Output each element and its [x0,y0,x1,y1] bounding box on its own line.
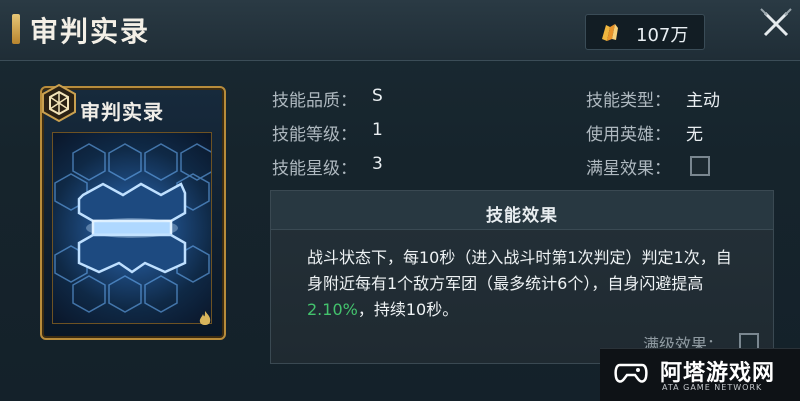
effect-title: 技能效果 [486,206,558,226]
gamepad-logo-icon [614,363,648,383]
flame-rank-icon [199,311,211,325]
card-title: 审判实录 [80,100,164,124]
effect-highlight-value: 2.10% [307,300,358,319]
skill-artwork [52,132,214,324]
quality-label: 技能品质： [272,91,357,111]
effect-text-part1: 战斗状态下，每10秒（进入战斗时第1次判定）判定1次，自身附近每有1个敌方军团（… [307,248,732,293]
level-label: 技能等级： [272,125,357,145]
star-value: 3 [372,154,383,174]
close-button[interactable] [752,0,800,48]
title-accent-bar [12,14,20,44]
effect-text-part2: ，持续10秒。 [357,300,459,319]
currency-amount: 107万 [636,25,689,46]
type-value: 主动 [686,91,720,111]
effect-description: 战斗状态下，每10秒（进入战斗时第1次判定）判定1次，自身附近每有1个敌方军团（… [307,245,747,323]
page-title: 审判实录 [30,15,151,48]
full-star-label: 满星效果： [586,159,671,179]
type-label: 技能类型： [586,91,671,111]
site-watermark: 阿塔游戏网 ATA GAME NETWORK [600,348,800,401]
skill-detail-panel: 审判实录 107万 审判实录 技能品质： S 技能等级： 1 技能星级： 3 技… [0,0,800,401]
skill-effect-box: 技能效果 战斗状态下，每10秒（进入战斗时第1次判定）判定1次，自身附近每有1个… [270,190,774,364]
hexagon-grid-art [54,143,214,313]
effect-header: 技能效果 [271,191,773,230]
hero-label: 使用英雄： [586,125,671,145]
skill-card: 审判实录 [40,83,226,340]
close-icon [760,8,792,37]
quality-value: S [372,86,383,106]
currency-display: 107万 [585,14,705,50]
star-label: 技能星级： [272,159,357,179]
skill-hex-icon [42,83,76,123]
watermark-subtitle: ATA GAME NETWORK [662,383,763,392]
header-bar: 审判实录 107万 [0,0,800,61]
full-star-checkbox[interactable] [690,156,710,176]
hero-value: 无 [686,125,703,145]
gold-crystal-icon [602,24,618,41]
level-value: 1 [372,120,383,140]
